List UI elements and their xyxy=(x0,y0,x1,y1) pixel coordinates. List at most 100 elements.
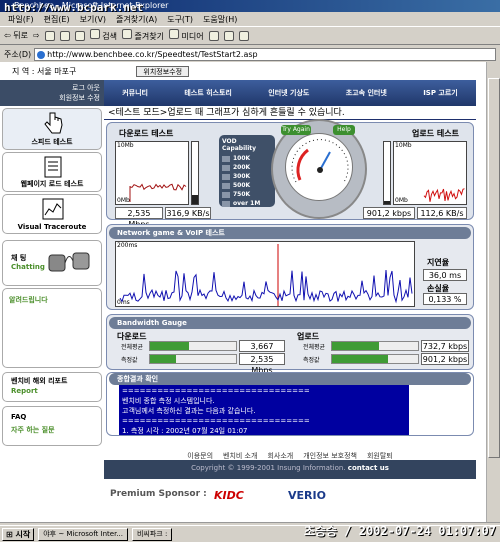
contact-link[interactable]: contact us xyxy=(348,464,389,472)
back-button[interactable]: ⇦ 뒤로 xyxy=(4,30,28,41)
sidebar-notice[interactable]: 알려드립니다 xyxy=(2,288,102,368)
back-label: 뒤로 xyxy=(13,31,28,40)
menu-file[interactable]: 파일(F) xyxy=(8,14,34,25)
latency-value: 36,0 ms xyxy=(423,269,467,281)
login-box: 로그 아웃 회원정보 수정 xyxy=(0,80,104,106)
vod-level-indicator xyxy=(222,155,230,162)
bw-up-meas-value: 901,2 kbps xyxy=(421,353,469,365)
ie-icon xyxy=(37,50,46,59)
chart-icon xyxy=(42,198,64,220)
nav-isp[interactable]: ISP 고르기 xyxy=(423,88,458,98)
nav-broadband[interactable]: 초고속 인터넷 xyxy=(346,88,387,98)
try-again-button[interactable]: Try Again xyxy=(281,125,311,135)
loss-value: 0,133 % xyxy=(423,293,467,305)
home-icon[interactable] xyxy=(74,30,85,41)
sidebar-traceroute[interactable]: Visual Traceroute xyxy=(2,194,102,234)
upload-meter xyxy=(383,141,391,205)
top-nav: 커뮤니티 테스트 히스토리 인터넷 기상도 초고속 인터넷 ISP 고르기 xyxy=(104,80,476,106)
nav-history[interactable]: 테스트 히스토리 xyxy=(184,88,232,98)
vod-level: 300K xyxy=(222,172,272,181)
footer-link[interactable]: 회사소개 xyxy=(267,451,293,460)
kidc-logo[interactable]: KIDC xyxy=(214,489,244,502)
gauge-needle xyxy=(291,139,349,183)
bandwidth-panel: Bandwidth Gauge 다운로드 업로드 전체평균 측정값 3,667 … xyxy=(106,314,474,375)
sidebar-speed-label: 스피드 테스트 xyxy=(31,138,73,146)
latency-label: 지연율 xyxy=(427,258,450,267)
watermark: http://www.bcpark.net xyxy=(4,1,144,13)
edit-location-button[interactable]: 위치정보수정 xyxy=(136,65,190,77)
search-label: 검색 xyxy=(102,32,117,41)
taskbar-task[interactable]: 야후 ~ Microsoft Inter... xyxy=(38,527,128,541)
vod-level-indicator xyxy=(222,200,230,207)
help-button[interactable]: Help xyxy=(333,125,355,135)
refresh-icon[interactable] xyxy=(59,30,70,41)
start-label: 시작 xyxy=(15,529,31,539)
footer-links: 이용문의 벤치비 소개 회사소개 개인정보 보호정책 회원탈퇴 xyxy=(104,448,476,460)
stop-icon[interactable] xyxy=(44,30,55,41)
upload-kbs: 112,6 KB/s xyxy=(417,207,467,219)
chat-title: 채 팅 xyxy=(11,254,27,262)
start-button[interactable]: ⊞ 시작 xyxy=(2,527,35,541)
address-bar: 주소(D) http://www.benchbee.co.kr/Speedtes… xyxy=(0,46,500,62)
search-button[interactable]: 검색 xyxy=(89,29,117,42)
menu-edit[interactable]: 편집(E) xyxy=(44,14,70,25)
media-button[interactable]: 미디어 xyxy=(168,29,204,42)
sidebar-chat[interactable]: 채 팅 Chatting xyxy=(2,240,102,286)
scrollbar-thumb[interactable] xyxy=(488,78,500,458)
chat-subtitle: Chatting xyxy=(11,263,45,271)
menu-help[interactable]: 도움말(H) xyxy=(203,14,237,25)
phone-cans-icon xyxy=(48,252,90,272)
document-icon xyxy=(44,156,62,178)
page-scrollbar[interactable] xyxy=(486,62,500,522)
footer-link[interactable]: 회원탈퇴 xyxy=(367,451,393,460)
sidebar-faq[interactable]: FAQ 자주 하는 질문 xyxy=(2,406,102,446)
bw-up-meas-label: 측정값 xyxy=(303,357,320,364)
report-title: 벤치비 해외 리포트 xyxy=(11,377,68,385)
sidebar-webpage-test[interactable]: 웹페이지 로드 테스트 xyxy=(2,152,102,192)
print-icon[interactable] xyxy=(238,30,249,41)
nav-weather[interactable]: 인터넷 기상도 xyxy=(268,88,309,98)
result-console[interactable]: ================================ 벤치비 종합 … xyxy=(119,385,409,435)
sidebar-report[interactable]: 벤치비 해외 리포트 Report xyxy=(2,372,102,402)
vod-level: 200K xyxy=(222,163,272,172)
vod-level-indicator xyxy=(222,182,230,189)
search-icon xyxy=(89,29,100,39)
download-mbps: 2,535 Mbps xyxy=(115,207,163,229)
bandwidth-title: Bandwidth Gauge xyxy=(109,317,471,329)
footer-link[interactable]: 벤치비 소개 xyxy=(223,451,257,460)
favorites-icon xyxy=(121,29,132,39)
speed-gauge: Try Again Help xyxy=(271,119,367,219)
favorites-button[interactable]: 즐겨찾기 xyxy=(121,29,164,42)
taskbar-task[interactable]: 비씨파크 : xyxy=(131,527,173,541)
logout-link[interactable]: 로그 아웃 xyxy=(4,83,100,93)
latency-trace xyxy=(119,244,413,306)
result-panel: 종합결과 확인 ================================… xyxy=(106,372,474,436)
menu-view[interactable]: 보기(V) xyxy=(80,14,106,25)
sidebar-speed-test[interactable]: 스피드 테스트 xyxy=(2,108,102,150)
bw-up-meas-bar xyxy=(331,354,419,364)
footer-link[interactable]: 이용문의 xyxy=(187,451,213,460)
upload-kbps: 901,2 kbps xyxy=(363,207,415,219)
history-icon[interactable] xyxy=(208,30,219,41)
upload-trace xyxy=(423,188,465,202)
result-line: 1. 측정 시각 : 2002년 07월 24일 01:07 xyxy=(122,427,248,435)
mail-icon[interactable] xyxy=(223,30,234,41)
vod-level-label: 100K xyxy=(233,155,251,162)
nav-community[interactable]: 커뮤니티 xyxy=(122,88,148,98)
location-row: 지 역 : 서울 마포구 위치정보수정 xyxy=(0,62,500,80)
address-input[interactable]: http://www.benchbee.co.kr/Speedtest/Test… xyxy=(34,47,496,61)
verio-logo[interactable]: VERIO xyxy=(288,489,326,502)
bw-down-meas-bar xyxy=(149,354,237,364)
test-mode-banner: <테스트 모드>업로드 때 그래프가 심하게 흔들릴 수 있습니다. xyxy=(104,106,476,120)
download-graph: 10Mb 0Mb xyxy=(115,141,189,205)
menu-tools[interactable]: 도구(T) xyxy=(167,14,193,25)
vod-level-label: 200K xyxy=(233,164,251,171)
gauge-dial xyxy=(285,133,353,201)
menu-favorites[interactable]: 즐겨찾기(A) xyxy=(116,14,157,25)
edit-profile-link[interactable]: 회원정보 수정 xyxy=(4,93,100,103)
vod-level: 100K xyxy=(222,154,272,163)
vod-level-label: over 1M xyxy=(233,200,261,207)
footer-link[interactable]: 개인정보 보호정책 xyxy=(303,451,357,460)
forward-button[interactable]: ⇨ xyxy=(33,31,40,40)
sponsor-bar: Premium Sponsor : KIDC VERIO xyxy=(104,478,476,514)
